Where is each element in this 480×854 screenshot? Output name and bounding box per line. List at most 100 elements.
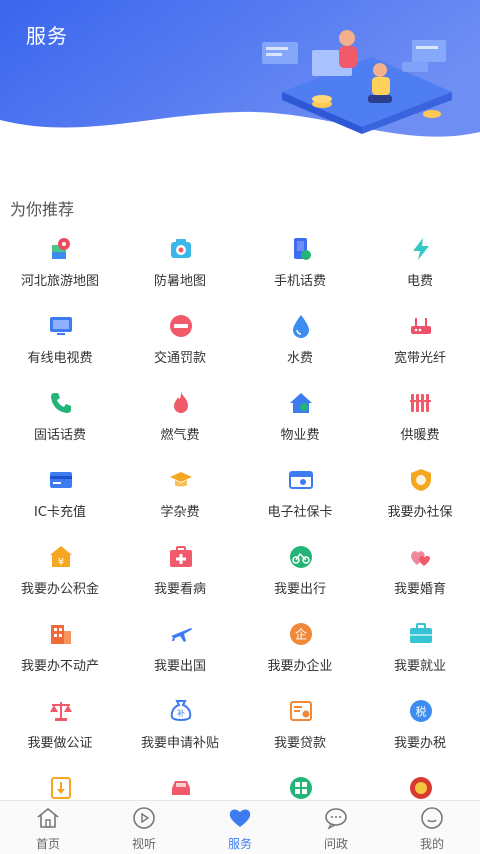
- apps-icon: [288, 775, 314, 801]
- service-label: 交通罚款: [153, 351, 206, 366]
- service-label: 我要出国: [153, 659, 206, 674]
- service-label: 我要办公积金: [20, 582, 99, 597]
- service-heat-map[interactable]: 防暑地图: [120, 230, 240, 307]
- service-label: 有线电视费: [27, 351, 93, 366]
- router-icon: [408, 313, 434, 339]
- section-title: 为你推荐: [10, 200, 75, 219]
- water-drop-icon: [288, 313, 314, 339]
- service-employment[interactable]: 我要就业: [360, 615, 480, 692]
- service-label: 固话话费: [33, 428, 86, 443]
- service-loan[interactable]: 我要贷款: [240, 692, 360, 769]
- home-icon: [37, 807, 59, 828]
- service-label: IC卡充值: [34, 505, 86, 520]
- service-broadband[interactable]: 宽带光纤: [360, 307, 480, 384]
- card-icon: [48, 467, 74, 493]
- nav-profile[interactable]: 我的: [384, 801, 480, 854]
- profile-icon: [421, 807, 443, 829]
- service-subsidy[interactable]: 补 我要申请补贴: [120, 692, 240, 769]
- tv-icon: [48, 313, 74, 339]
- service-marriage-birth[interactable]: 我要婚育: [360, 538, 480, 615]
- hearts-icon: [408, 544, 434, 570]
- service-label: 我要办不动产: [20, 659, 99, 674]
- camera-icon: [168, 236, 194, 262]
- service-label: 我要婚育: [393, 582, 446, 597]
- service-label: 我要就业: [393, 659, 446, 674]
- service-label: 我要办税: [393, 736, 446, 751]
- service-see-doctor[interactable]: 我要看病: [120, 538, 240, 615]
- nav-home[interactable]: 首页: [0, 801, 96, 854]
- service-tax[interactable]: 税 我要办税: [360, 692, 480, 769]
- nav-label: 首页: [35, 837, 60, 851]
- bottom-nav: 首页 视听 服务 问政 我的: [0, 800, 480, 854]
- service-label: 电子社保卡: [267, 505, 333, 520]
- service-label: 手机话费: [273, 274, 326, 289]
- service-label: 电费: [406, 274, 433, 289]
- service-landline-bill[interactable]: 固话话费: [0, 384, 120, 461]
- header-illustration: [262, 30, 452, 134]
- car-icon: [168, 775, 194, 801]
- medical-kit-icon: [168, 544, 194, 570]
- money-bag-icon: 补: [168, 698, 194, 724]
- svg-text:企: 企: [295, 627, 307, 642]
- service-label: 我要出行: [273, 582, 326, 597]
- service-label: 我要办企业: [267, 659, 333, 674]
- service-label: 我要办社保: [387, 505, 453, 520]
- flame-icon: [168, 390, 194, 416]
- house-icon: [288, 390, 314, 416]
- service-label: 我要看病: [153, 582, 206, 597]
- chat-icon: [325, 808, 347, 830]
- service-label: 物业费: [280, 428, 320, 443]
- service-ic-card-topup[interactable]: IC卡充值: [0, 461, 120, 538]
- service-electricity-bill[interactable]: 电费: [360, 230, 480, 307]
- service-social-insurance[interactable]: 我要办社保: [360, 461, 480, 538]
- nav-services[interactable]: 服务: [192, 801, 288, 854]
- service-water-bill[interactable]: 水费: [240, 307, 360, 384]
- building-icon: [48, 621, 74, 647]
- service-gas-bill[interactable]: 燃气费: [120, 384, 240, 461]
- emblem-icon: [408, 775, 434, 801]
- shield-icon: [408, 467, 434, 493]
- svg-text:¥: ¥: [58, 557, 64, 568]
- nav-label: 服务: [227, 837, 252, 851]
- service-property-fee[interactable]: 物业费: [240, 384, 360, 461]
- service-label: 我要申请补贴: [140, 736, 219, 751]
- briefcase-icon: [408, 621, 434, 647]
- service-real-estate[interactable]: 我要办不动产: [0, 615, 120, 692]
- telephone-icon: [48, 390, 74, 416]
- nav-inquiry[interactable]: 问政: [288, 801, 384, 854]
- nav-label: 视听: [131, 837, 156, 851]
- svg-text:税: 税: [416, 705, 427, 719]
- service-mobile-bill[interactable]: 手机话费: [240, 230, 360, 307]
- service-hebei-travel-map[interactable]: 河北旅游地图: [0, 230, 120, 307]
- service-cable-tv-bill[interactable]: 有线电视费: [0, 307, 120, 384]
- map-pin-icon: [48, 236, 74, 262]
- loan-form-icon: [288, 698, 314, 724]
- service-housing-fund[interactable]: ¥ 我要办公积金: [0, 538, 120, 615]
- lightning-icon: [408, 236, 434, 262]
- no-entry-icon: [168, 313, 194, 339]
- yen-house-icon: ¥: [48, 544, 74, 570]
- nav-label: 问政: [323, 837, 348, 851]
- service-label: 河北旅游地图: [20, 274, 99, 289]
- phone-icon: [288, 236, 314, 262]
- radiator-icon: [408, 390, 434, 416]
- nav-media[interactable]: 视听: [96, 801, 192, 854]
- header: 服务: [0, 0, 480, 150]
- service-tuition[interactable]: 学杂费: [120, 461, 240, 538]
- document-icon: [48, 775, 74, 801]
- service-notarization[interactable]: 我要做公证: [0, 692, 120, 769]
- play-icon: [133, 807, 155, 829]
- service-traffic-fine[interactable]: 交通罚款: [120, 307, 240, 384]
- service-label: 学杂费: [160, 505, 200, 520]
- service-label: 防暑地图: [153, 274, 206, 289]
- id-card-icon: [288, 467, 314, 493]
- service-label: 我要贷款: [273, 736, 326, 751]
- service-e-social-card[interactable]: 电子社保卡: [240, 461, 360, 538]
- service-start-enterprise[interactable]: 企 我要办企业: [240, 615, 360, 692]
- service-heating-fee[interactable]: 供暖费: [360, 384, 480, 461]
- service-go-abroad[interactable]: 我要出国: [120, 615, 240, 692]
- service-label: 宽带光纤: [393, 351, 446, 366]
- heart-icon: [229, 809, 251, 827]
- scales-icon: [48, 698, 74, 724]
- service-travel[interactable]: 我要出行: [240, 538, 360, 615]
